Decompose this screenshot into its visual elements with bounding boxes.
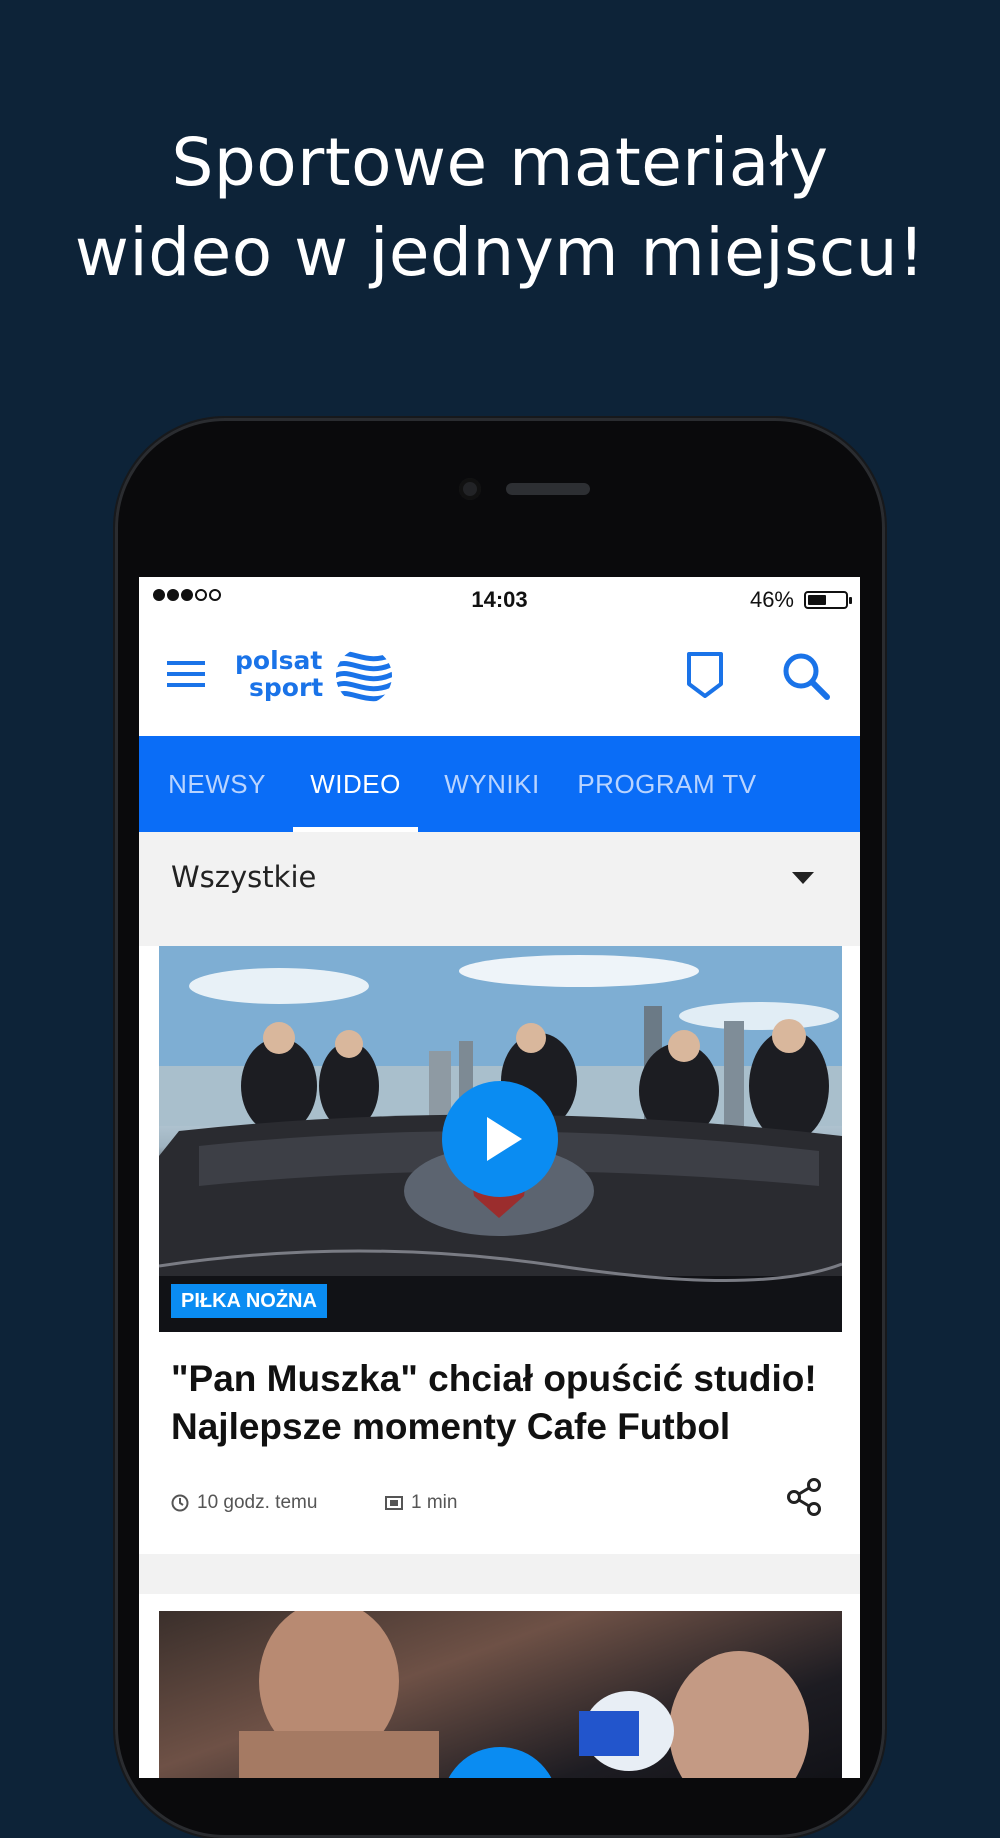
video-duration-text: 1 min <box>411 1492 458 1513</box>
phone-camera <box>459 478 481 500</box>
status-bar: 14:03 46% <box>139 577 860 621</box>
hamburger-menu-icon[interactable] <box>167 659 205 689</box>
category-tabs: NEWSY WIDEO WYNIKI PROGRAM TV <box>139 736 860 832</box>
film-icon <box>385 1496 403 1510</box>
tab-wideo[interactable]: WIDEO <box>293 736 418 832</box>
tab-program-tv[interactable]: PROGRAM TV <box>567 736 767 832</box>
globe-logo-icon <box>336 648 392 704</box>
video-duration: 1 min <box>385 1492 457 1514</box>
tab-newsy[interactable]: NEWSY <box>161 736 273 832</box>
logo-line-2: sport <box>249 673 324 702</box>
phone-speaker <box>506 483 590 495</box>
shield-icon[interactable] <box>686 651 724 699</box>
caret-down-icon <box>792 872 814 884</box>
search-icon[interactable] <box>781 651 831 701</box>
category-filter-dropdown[interactable]: Wszystkie <box>139 832 860 926</box>
play-button[interactable] <box>442 1081 558 1197</box>
tab-wyniki[interactable]: WYNIKI <box>437 736 547 832</box>
battery-icon <box>804 591 852 609</box>
logo-wordmark: polsat sport <box>235 647 323 701</box>
promo-headline: Sportowe materiały wideo w jednym miejsc… <box>0 118 1000 298</box>
video-age-text: 10 godz. temu <box>197 1492 318 1513</box>
play-icon <box>487 1117 522 1161</box>
video-card-2[interactable] <box>139 1594 860 1778</box>
app-screen: 14:03 46% polsat sport NEWSY WIDEO WYNIK… <box>139 577 860 1778</box>
filter-selected-value: Wszystkie <box>171 860 317 894</box>
battery-percent: 46% <box>749 587 794 612</box>
polsat-sport-logo[interactable]: polsat sport <box>235 647 395 705</box>
app-bar: polsat sport <box>139 621 860 736</box>
video-card[interactable]: PIŁKA NOŻNA "Pan Muszka" chciał opuścić … <box>139 946 860 1554</box>
promo-headline-line-1: Sportowe materiały <box>171 124 829 201</box>
clock-icon <box>171 1494 189 1512</box>
logo-line-1: polsat <box>235 646 323 675</box>
play-icon <box>442 1747 558 1778</box>
category-badge[interactable]: PIŁKA NOŻNA <box>171 1284 327 1318</box>
share-icon[interactable] <box>785 1477 823 1517</box>
video-thumbnail-2[interactable] <box>159 1611 842 1778</box>
promo-headline-line-2: wideo w jednym miejscu! <box>74 214 926 291</box>
video-title[interactable]: "Pan Muszka" chciał opuścić studio! Najl… <box>171 1355 841 1451</box>
video-age: 10 godz. temu <box>171 1492 317 1514</box>
video-thumbnail[interactable]: PIŁKA NOŻNA <box>159 946 842 1332</box>
play-button-2[interactable] <box>442 1747 558 1778</box>
